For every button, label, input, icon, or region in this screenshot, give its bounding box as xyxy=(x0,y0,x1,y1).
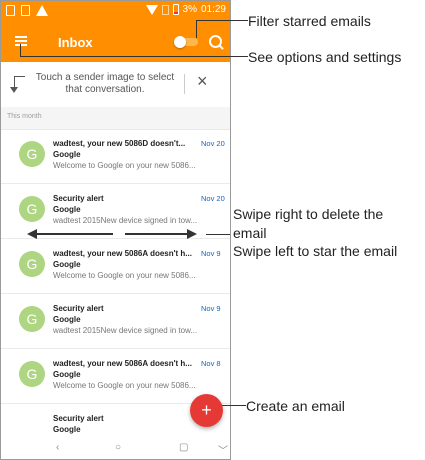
email-preview: Welcome to Google on your new 5086... xyxy=(53,381,196,390)
leader-line xyxy=(196,20,198,38)
swipe-line-left xyxy=(37,233,113,235)
callout-options-settings: See options and settings xyxy=(248,49,402,65)
divider xyxy=(184,74,185,94)
compose-button[interactable]: + xyxy=(190,394,223,427)
leader-line xyxy=(206,234,230,236)
battery-percent: 3% xyxy=(182,4,197,15)
search-icon[interactable] xyxy=(209,35,222,48)
email-subject: wadtest, your new 5086D doesn't... xyxy=(53,139,186,148)
swipe-gesture-arrows xyxy=(27,228,207,240)
email-sender: Google xyxy=(53,370,81,379)
status-bar: 3% 01:29 xyxy=(1,1,230,22)
email-preview: Welcome to Google on your new 5086... xyxy=(53,161,196,170)
email-subject: Security alert xyxy=(53,304,104,313)
system-navbar: ‹ ○ ▢ ﹀ xyxy=(1,435,230,459)
section-label: This month xyxy=(7,113,42,120)
email-date: Nov 20 xyxy=(201,139,225,148)
clock: 01:29 xyxy=(200,4,226,15)
email-row[interactable]: G wadtest, your new 5086D doesn't... Nov… xyxy=(1,129,230,184)
email-subject: wadtest, your new 5086A doesn't h... xyxy=(53,359,192,368)
leader-line xyxy=(196,20,248,22)
toggle-knob xyxy=(174,36,186,48)
home-icon[interactable]: ○ xyxy=(115,442,121,453)
email-date: Nov 9 xyxy=(201,249,221,258)
avatar[interactable]: G xyxy=(19,251,45,277)
battery-icon xyxy=(172,4,179,15)
leader-line xyxy=(222,405,246,407)
email-subject: wadtest, your new 5086A doesn't h... xyxy=(53,249,192,258)
section-header: This month xyxy=(1,107,230,130)
email-date: Nov 8 xyxy=(201,359,221,368)
wifi-icon xyxy=(145,4,158,15)
phone-screen: 3% 01:29 Inbox Touch a sender image to s… xyxy=(0,0,231,460)
swipe-line-right xyxy=(125,233,187,235)
email-subject: Security alert xyxy=(53,414,104,423)
back-icon[interactable]: ‹ xyxy=(56,442,59,453)
warning-icon xyxy=(36,5,48,16)
email-sender: Google xyxy=(53,205,81,214)
page-title: Inbox xyxy=(58,35,93,50)
avatar[interactable]: G xyxy=(19,306,45,332)
arrow-down-icon xyxy=(10,76,25,93)
email-date: Nov 20 xyxy=(201,194,225,203)
callout-filter-starred: Filter starred emails xyxy=(248,13,371,29)
screenshot-icon xyxy=(21,5,30,16)
avatar[interactable]: G xyxy=(19,141,45,167)
callout-swipe-left: Swipe left to star the email xyxy=(233,243,398,259)
starred-filter-toggle[interactable] xyxy=(174,36,198,48)
email-preview: wadtest 2015New device signed in tow... xyxy=(53,216,198,225)
leader-line xyxy=(20,56,248,58)
tip-text: Touch a sender image to select that conv… xyxy=(35,72,175,95)
callout-swipe-right-cont: email xyxy=(233,225,267,241)
sim-icon xyxy=(161,4,169,15)
callout-create-email: Create an email xyxy=(246,398,345,414)
email-sender: Google xyxy=(53,150,81,159)
email-sender: Google xyxy=(53,260,81,269)
leader-line xyxy=(20,44,22,56)
close-icon[interactable]: × xyxy=(197,71,208,92)
email-preview: Welcome to Google on your new 5086... xyxy=(53,271,196,280)
recent-apps-icon[interactable]: ▢ xyxy=(179,442,188,453)
email-sender: Google xyxy=(53,425,81,434)
callout-swipe-right: Swipe right to delete the xyxy=(233,206,384,222)
notification-icon xyxy=(6,5,15,16)
avatar[interactable]: G xyxy=(19,361,45,387)
chevron-down-icon[interactable]: ﹀ xyxy=(218,442,228,457)
email-date: Nov 9 xyxy=(201,304,221,313)
tip-banner: Touch a sender image to select that conv… xyxy=(1,62,230,108)
email-row[interactable]: G wadtest, your new 5086A doesn't h... N… xyxy=(1,349,230,404)
email-subject: Security alert xyxy=(53,194,104,203)
email-preview: wadtest 2015New device signed in tow... xyxy=(53,326,198,335)
arrow-left-icon xyxy=(27,229,37,239)
email-sender: Google xyxy=(53,315,81,324)
email-row[interactable]: G Security alert Nov 9 Google wadtest 20… xyxy=(1,294,230,349)
email-row[interactable]: G wadtest, your new 5086A doesn't h... N… xyxy=(1,239,230,294)
arrow-right-icon xyxy=(187,229,197,239)
avatar[interactable]: G xyxy=(19,196,45,222)
